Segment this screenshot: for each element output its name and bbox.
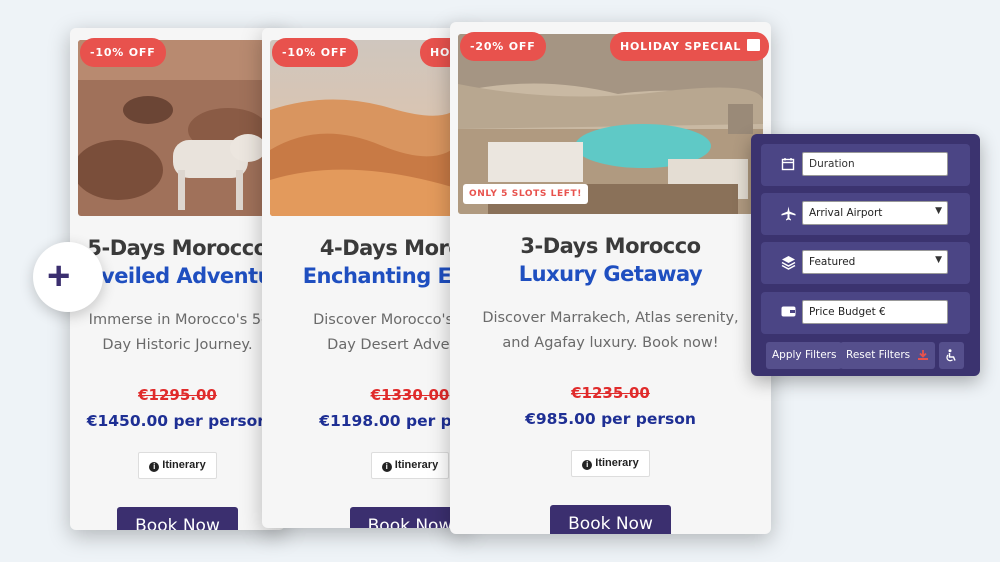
itinerary-button[interactable]: i Itinerary bbox=[370, 452, 450, 479]
plus-icon: + bbox=[47, 254, 71, 298]
tour-title: 3-Days Morocco bbox=[520, 234, 701, 258]
new-price: €1198.00 per person bbox=[319, 412, 470, 430]
filter-row-airport: Arrival Airport ▼ bbox=[761, 193, 970, 235]
card-body: 4-Days Morocco Enchanting Escape Discove… bbox=[262, 236, 470, 528]
tour-card-4-days: -10% OFF HOLIDAY SPECIAL 4-Days Morocco … bbox=[262, 28, 470, 528]
filter-panel: Duration Arrival Airport ▼ Featured ▼ Pric… bbox=[751, 134, 980, 376]
chevron-down-icon: ▼ bbox=[935, 206, 942, 216]
old-price: €1295.00 bbox=[138, 386, 217, 404]
tour-subtitle: Enchanting Escape bbox=[302, 264, 470, 288]
tour-subtitle: Luxury Getaway bbox=[518, 262, 703, 286]
gift-icon bbox=[747, 39, 761, 51]
tour-title: 5-Days Morocco bbox=[87, 236, 268, 260]
new-price: €1450.00 per person bbox=[86, 412, 269, 430]
wallet-icon bbox=[781, 305, 797, 321]
tour-desc-line2: and Agafay luxury. Book now! bbox=[502, 335, 719, 351]
reset-filters-button[interactable]: Reset Filters bbox=[840, 342, 917, 369]
discount-badge: -10% OFF bbox=[272, 38, 358, 67]
sort-select[interactable]: Featured ▼ bbox=[802, 250, 948, 274]
discount-badge: -20% OFF bbox=[460, 32, 546, 61]
info-icon: i bbox=[381, 462, 392, 472]
tour-desc-line2: Day Historic Journey. bbox=[102, 337, 253, 353]
plane-icon bbox=[781, 206, 797, 222]
filter-row-budget: Price Budget € bbox=[761, 292, 970, 334]
new-price: €985.00 per person bbox=[525, 410, 696, 428]
download-button[interactable] bbox=[911, 342, 935, 369]
filter-row-sort: Featured ▼ bbox=[761, 242, 970, 284]
wheelchair-icon bbox=[946, 349, 956, 362]
calendar-icon bbox=[781, 157, 797, 173]
filter-row-duration: Duration bbox=[761, 144, 970, 186]
book-now-button[interactable]: Book Now bbox=[117, 507, 238, 530]
tour-desc-line1: Discover Marrakech, Atlas serenity, bbox=[482, 310, 739, 326]
itinerary-button[interactable]: i Itinerary bbox=[571, 450, 650, 477]
tour-desc-line2: Day Desert Adventure. bbox=[327, 337, 470, 353]
chevron-down-icon: ▼ bbox=[935, 255, 942, 265]
slots-left-badge: ONLY 5 SLOTS LEFT! bbox=[463, 184, 588, 204]
card-body: 3-Days Morocco Luxury Getaway Discover M… bbox=[450, 234, 771, 534]
apply-filters-button[interactable]: Apply Filters bbox=[766, 342, 843, 369]
old-price: €1235.00 bbox=[571, 384, 650, 402]
book-now-button[interactable]: Book Now bbox=[550, 505, 671, 534]
tour-title: 4-Days Morocco bbox=[319, 236, 470, 260]
itinerary-button[interactable]: i Itinerary bbox=[138, 452, 217, 479]
arrival-airport-select[interactable]: Arrival Airport ▼ bbox=[802, 201, 948, 225]
layers-icon bbox=[781, 255, 797, 271]
duration-input[interactable]: Duration bbox=[802, 152, 948, 176]
tour-desc-line1: Discover Morocco's Last 4- bbox=[313, 312, 470, 328]
holiday-special-badge: HOLIDAY SPECIAL bbox=[610, 32, 770, 61]
tour-desc-line1: Immerse in Morocco's 5- bbox=[88, 312, 267, 328]
accessibility-button[interactable] bbox=[939, 342, 964, 369]
download-icon bbox=[918, 350, 928, 360]
info-icon: i bbox=[582, 460, 593, 470]
old-price: €1330.00 bbox=[370, 386, 450, 404]
add-button[interactable]: + bbox=[33, 242, 103, 312]
discount-badge: -10% OFF bbox=[80, 38, 166, 67]
tour-card-3-days: -20% OFF HOLIDAY SPECIAL ONLY 5 SLOTS LE… bbox=[450, 22, 771, 534]
info-icon: i bbox=[149, 462, 160, 472]
price-budget-input[interactable]: Price Budget € bbox=[802, 300, 948, 324]
